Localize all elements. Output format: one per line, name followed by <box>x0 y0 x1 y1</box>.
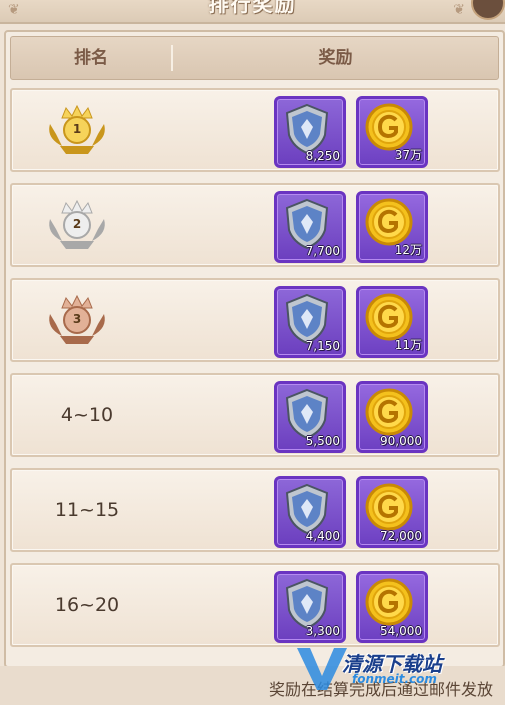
shield-reward-item[interactable]: 3,300 <box>274 571 346 643</box>
gold-reward-item[interactable]: 54,000 <box>356 571 428 643</box>
rank-range-label: 11~15 <box>54 499 120 521</box>
reward-quantity: 90,000 <box>380 434 422 448</box>
reward-quantity: 8,250 <box>305 149 340 163</box>
reward-quantity: 5,500 <box>305 434 340 448</box>
reward-quantity: 12万 <box>394 243 422 257</box>
ornament-right-icon: ❦ <box>453 2 465 18</box>
close-button[interactable] <box>471 0 505 20</box>
shield-reward-item[interactable]: 4,400 <box>274 476 346 548</box>
reward-row: 2 7,700 12万 <box>10 183 500 267</box>
reward-panel: 排名 奖励 1 8,250 37万 2 7,700 12万 3 7,150 11万 4~10 5,5… <box>4 30 505 668</box>
gold-rank-medal-icon: 1 <box>42 104 112 156</box>
page-title: 排行奖励 <box>208 0 297 16</box>
medal-rank-number: 1 <box>72 122 82 136</box>
reward-quantity: 7,150 <box>305 339 340 353</box>
rank-range-label: 16~20 <box>54 594 120 616</box>
reward-quantity: 72,000 <box>380 529 422 543</box>
title-bar: ❦ 排行奖励 ❦ <box>0 0 505 24</box>
reward-quantity: 7,700 <box>305 244 340 258</box>
reward-quantity: 54,000 <box>380 624 422 638</box>
gold-reward-item[interactable]: 72,000 <box>356 476 428 548</box>
medal-rank-number: 2 <box>72 217 82 231</box>
reward-row: 3 7,150 11万 <box>10 278 500 362</box>
reward-quantity: 4,400 <box>305 529 340 543</box>
reward-column-header: 奖励 <box>318 48 353 68</box>
reward-quantity: 11万 <box>394 338 422 352</box>
gold-reward-item[interactable]: 11万 <box>356 286 428 358</box>
reward-quantity: 3,300 <box>305 624 340 638</box>
shield-reward-item[interactable]: 7,150 <box>274 286 346 358</box>
table-header: 排名 奖励 <box>10 36 499 80</box>
bronze-rank-medal-icon: 3 <box>42 294 112 346</box>
shield-reward-item[interactable]: 5,500 <box>274 381 346 453</box>
shield-reward-item[interactable]: 8,250 <box>274 96 346 168</box>
gold-reward-item[interactable]: 12万 <box>356 191 428 263</box>
gold-reward-item[interactable]: 37万 <box>356 96 428 168</box>
reward-row: 11~15 4,400 72,000 <box>10 468 500 552</box>
medal-rank-number: 3 <box>72 312 82 326</box>
rank-column-header: 排名 <box>74 48 108 68</box>
reward-row: 1 8,250 37万 <box>10 88 500 172</box>
gold-reward-item[interactable]: 90,000 <box>356 381 428 453</box>
watermark: 清源下载站 fonmeit.com <box>292 640 492 696</box>
watermark-url: fonmeit.com <box>352 672 437 686</box>
reward-quantity: 37万 <box>394 148 422 162</box>
reward-row: 4~10 5,500 90,000 <box>10 373 500 457</box>
reward-row: 16~20 3,300 54,000 <box>10 563 500 647</box>
rank-range-label: 4~10 <box>60 404 114 426</box>
silver-rank-medal-icon: 2 <box>42 199 112 251</box>
shield-reward-item[interactable]: 7,700 <box>274 191 346 263</box>
